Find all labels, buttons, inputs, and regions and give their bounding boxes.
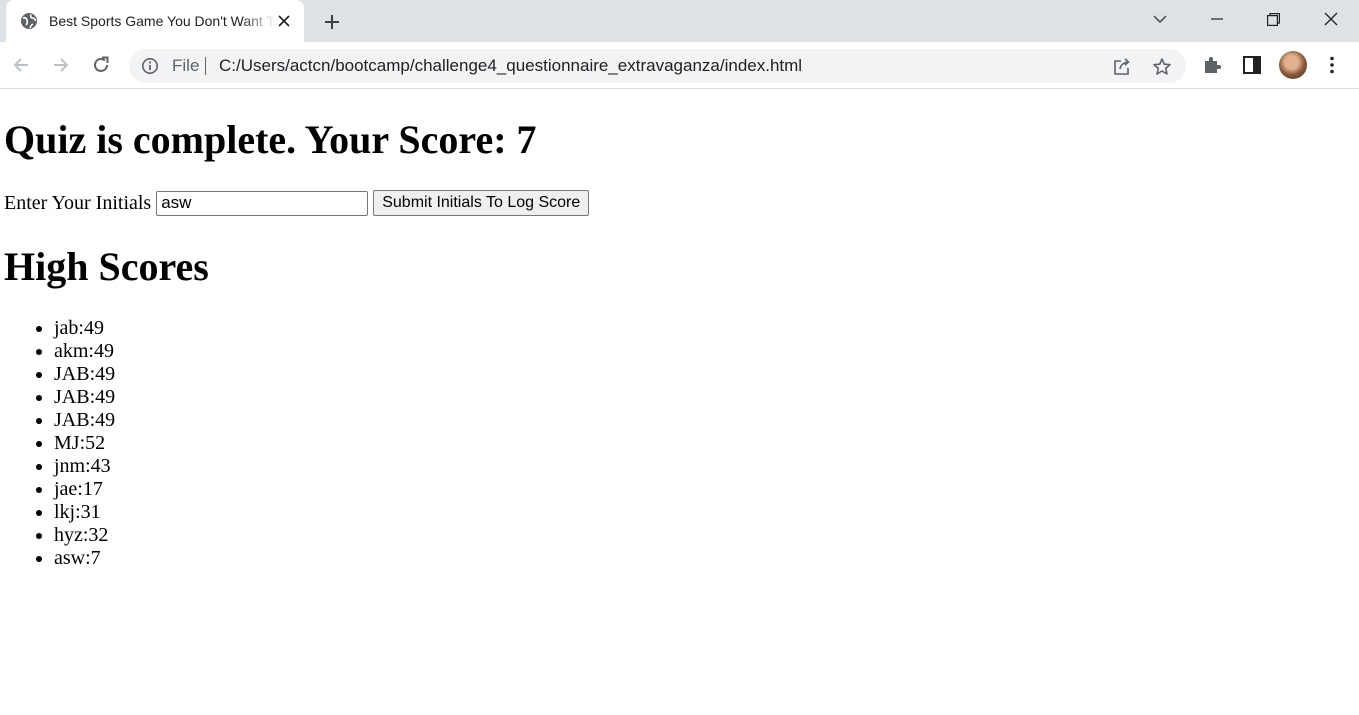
list-item: JAB:49 [54, 363, 115, 386]
tab-title: Best Sports Game You Don't Want To Play [49, 13, 275, 29]
list-item: jae:17 [54, 478, 115, 501]
close-icon[interactable] [274, 11, 294, 31]
kebab-menu-icon[interactable] [1321, 54, 1343, 76]
browser-tab[interactable]: Best Sports Game You Don't Want To Play [6, 0, 304, 42]
share-icon[interactable] [1112, 57, 1132, 77]
high-scores-list: jab:49 akm:49 JAB:49 JAB:49 JAB:49 MJ:52… [0, 317, 115, 570]
initials-label: Enter Your Initials [4, 191, 152, 214]
list-item: asw:7 [54, 547, 115, 570]
side-panel-icon[interactable] [1241, 54, 1263, 76]
score-heading: Quiz is complete. Your Score: 7 [4, 117, 537, 162]
arrow-right-icon[interactable] [46, 50, 76, 80]
submit-initials-button[interactable]: Submit Initials To Log Score [373, 190, 590, 216]
minimize-icon[interactable] [1189, 0, 1245, 38]
avatar[interactable] [1279, 51, 1307, 79]
url-text[interactable]: C:/Users/actcn/bootcamp/challenge4_quest… [219, 56, 802, 76]
list-item: lkj:31 [54, 501, 115, 524]
browser-toolbar: File C:/Users/actcn/bootcamp/challenge4_… [0, 42, 1359, 89]
arrow-left-icon[interactable] [6, 50, 36, 80]
list-item: JAB:49 [54, 386, 115, 409]
reload-icon[interactable] [86, 50, 116, 80]
globe-icon [20, 12, 38, 30]
restore-icon[interactable] [1245, 0, 1301, 38]
url-scheme-label: File [172, 56, 200, 75]
plus-icon[interactable] [318, 8, 346, 36]
high-scores-heading: High Scores [4, 244, 209, 289]
list-item: akm:49 [54, 340, 115, 363]
close-icon[interactable] [1303, 0, 1359, 38]
divider [205, 57, 206, 75]
page-content: Quiz is complete. Your Score: 7 Enter Yo… [0, 90, 1359, 715]
chevron-down-icon[interactable] [1132, 0, 1188, 38]
address-bar[interactable]: File C:/Users/actcn/bootcamp/challenge4_… [129, 49, 1186, 83]
puzzle-icon[interactable] [1201, 54, 1223, 76]
list-item: jnm:43 [54, 455, 115, 478]
info-icon[interactable] [141, 57, 159, 75]
list-item: hyz:32 [54, 524, 115, 547]
list-item: JAB:49 [54, 409, 115, 432]
list-item: MJ:52 [54, 432, 115, 455]
tab-strip: Best Sports Game You Don't Want To Play [0, 0, 1359, 42]
initials-input[interactable] [156, 190, 369, 216]
star-icon[interactable] [1152, 57, 1172, 77]
list-item: jab:49 [54, 317, 115, 340]
initials-form: Enter Your Initials Submit Initials To L… [4, 190, 590, 216]
